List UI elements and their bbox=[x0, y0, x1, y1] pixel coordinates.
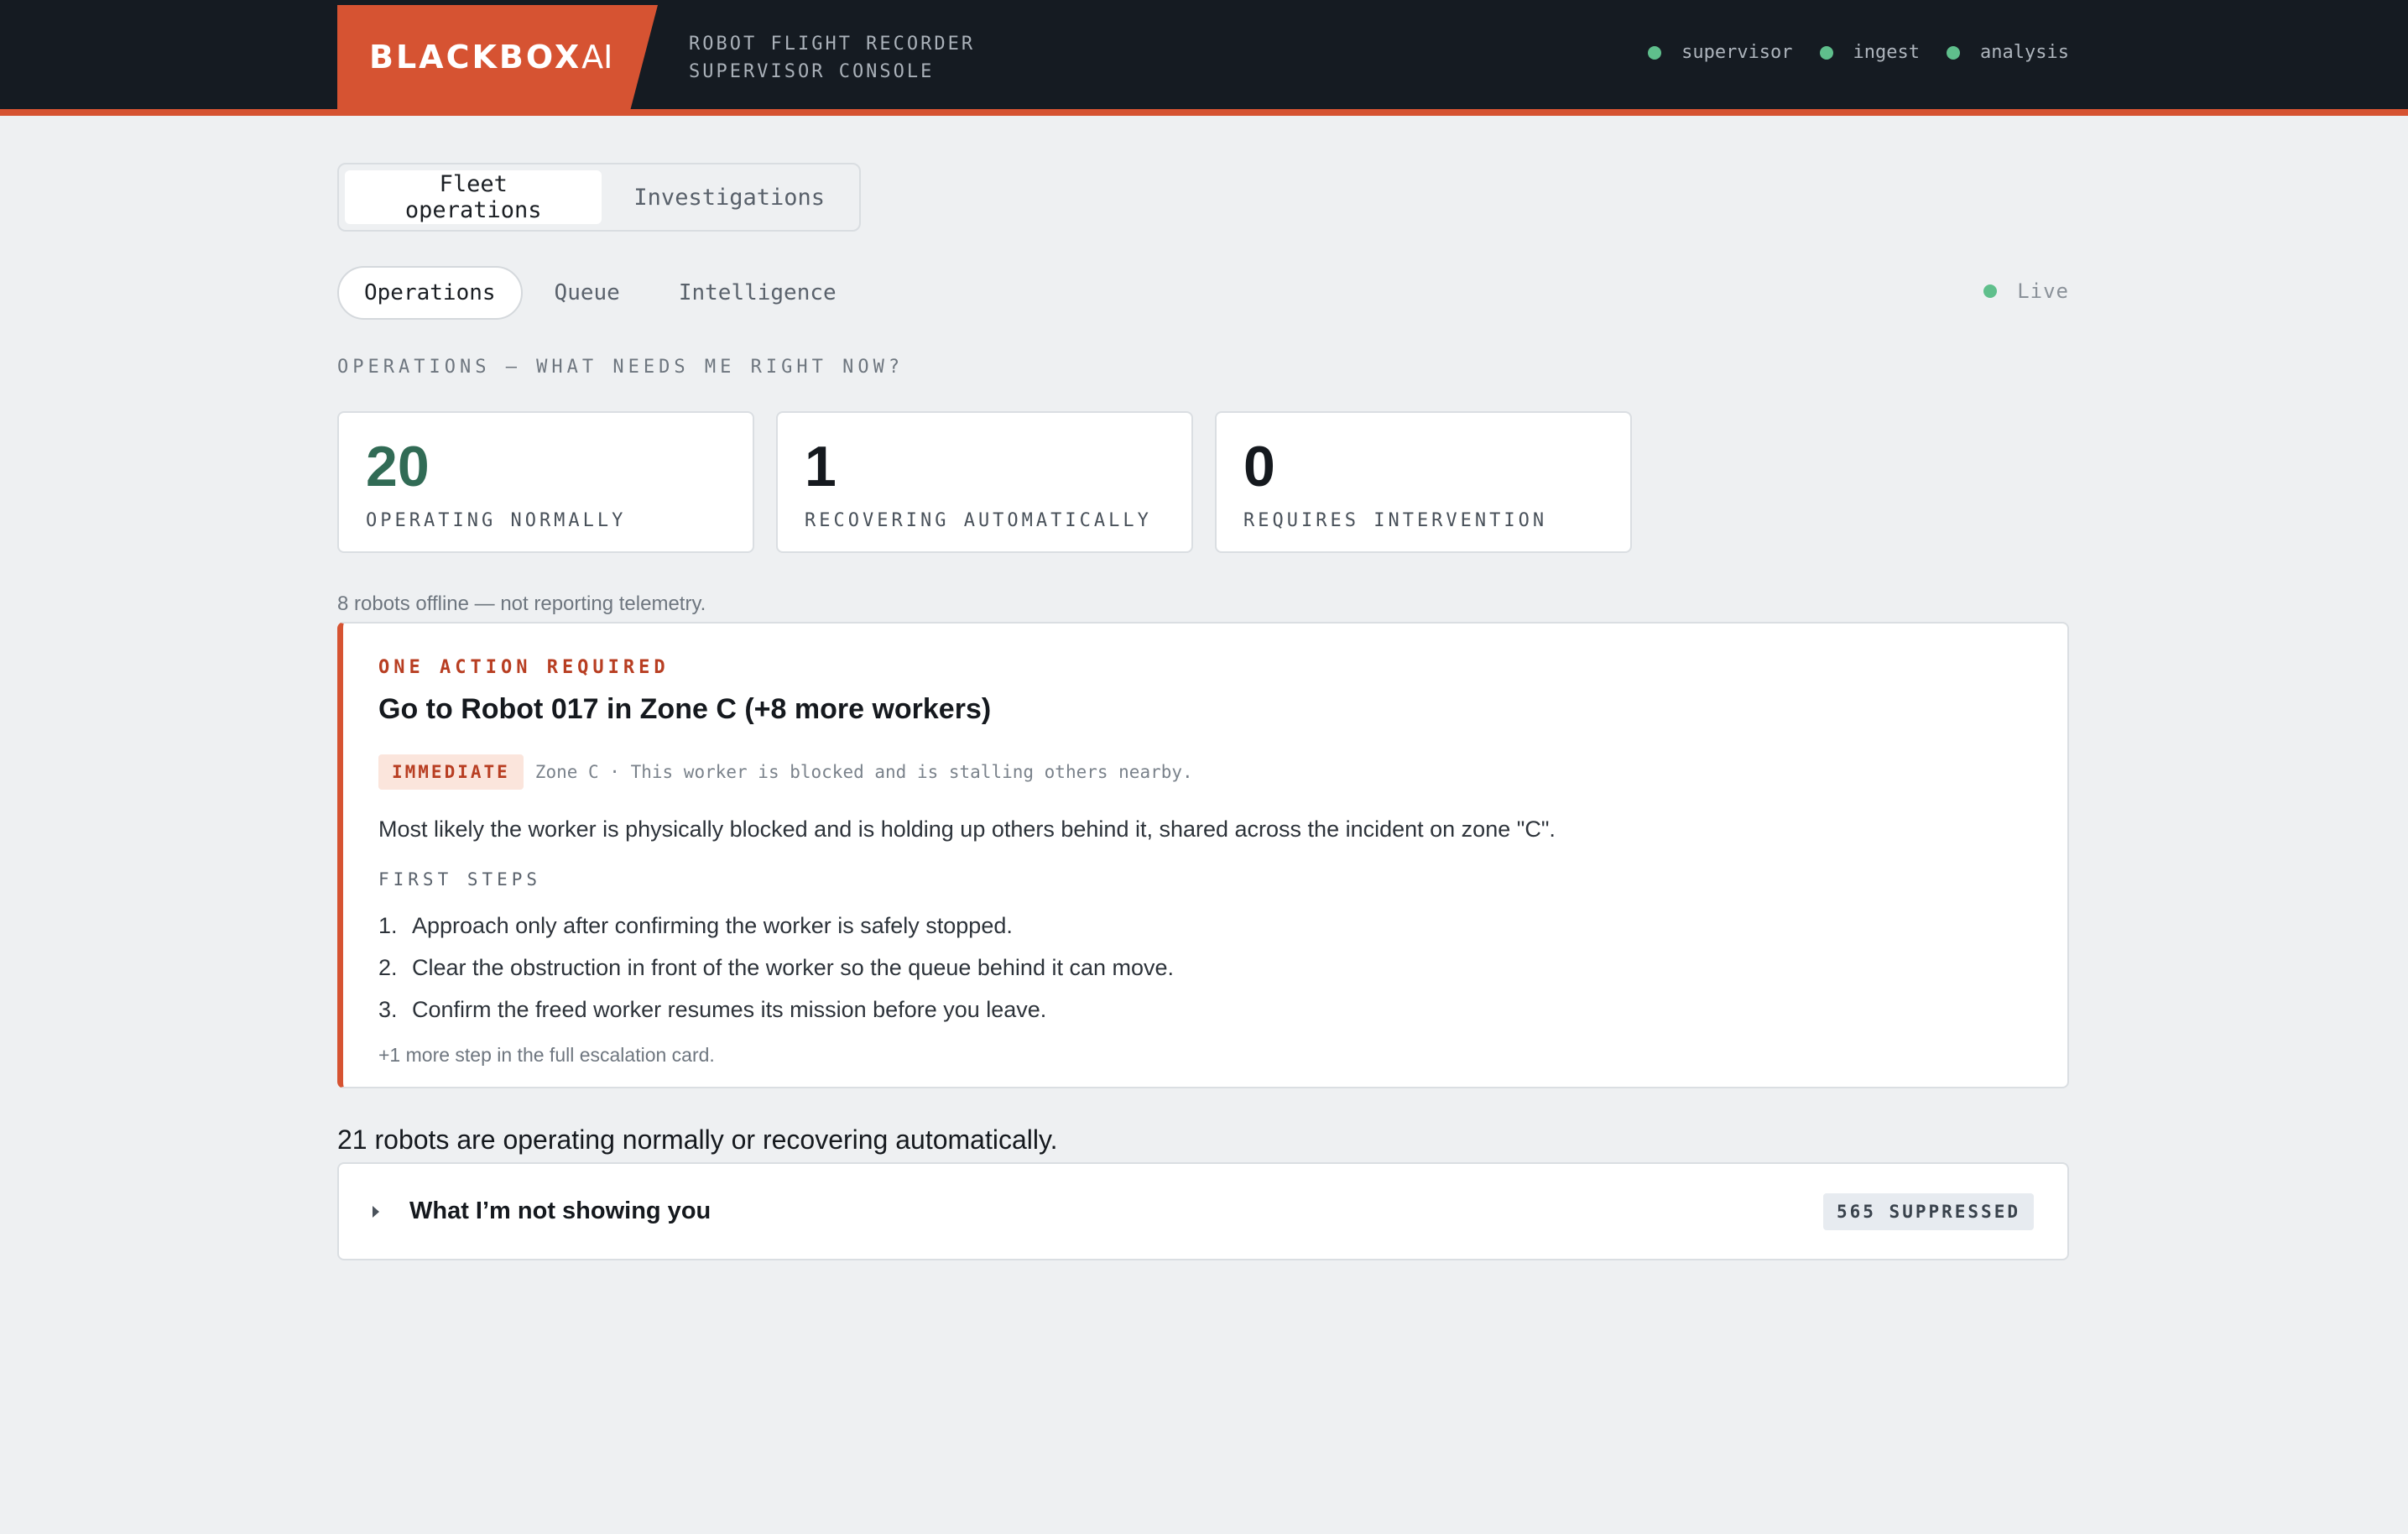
step-number: 2. bbox=[378, 955, 398, 980]
subnav-operations[interactable]: Operations bbox=[337, 266, 523, 320]
service-label: ingest bbox=[1853, 42, 1921, 63]
sub-navigation: Operations Queue Intelligence bbox=[337, 266, 863, 320]
section-heading: OPERATIONS — WHAT NEEDS ME RIGHT NOW? bbox=[337, 357, 904, 378]
top-bar: BLACKBOXAI ROBOT FLIGHT RECORDER SUPERVI… bbox=[0, 0, 2408, 109]
console-title: ROBOT FLIGHT RECORDER SUPERVISOR CONSOLE bbox=[689, 30, 975, 86]
action-required-card: ONE ACTION REQUIRED Go to Robot 017 in Z… bbox=[337, 622, 2069, 1088]
action-description: Most likely the worker is physically blo… bbox=[378, 817, 1556, 842]
service-label: supervisor bbox=[1681, 42, 1793, 63]
action-meta: IMMEDIATE Zone C · This worker is blocke… bbox=[378, 754, 2034, 790]
mode-tabs: Fleet operations Investigations bbox=[337, 163, 861, 232]
stat-value: 0 bbox=[1243, 435, 1275, 498]
stat-card-recovering: 1 RECOVERING AUTOMATICALLY bbox=[776, 411, 1193, 553]
step-text: Clear the obstruction in front of the wo… bbox=[412, 955, 1175, 980]
offline-note: 8 robots offline — not reporting telemet… bbox=[337, 592, 706, 615]
status-dot-icon bbox=[1947, 45, 1961, 60]
subnav-queue[interactable]: Queue bbox=[528, 266, 647, 320]
service-status-list: supervisor ingest analysis bbox=[1621, 42, 2069, 63]
subnav-intelligence[interactable]: Intelligence bbox=[652, 266, 863, 320]
step-number: 3. bbox=[378, 997, 398, 1022]
service-status-analysis: analysis bbox=[1947, 42, 2069, 63]
stat-card-requires-intervention: 0 REQUIRES INTERVENTION bbox=[1215, 411, 1632, 553]
list-item: 1. Approach only after confirming the wo… bbox=[378, 905, 2034, 947]
live-indicator: Live bbox=[1983, 279, 2069, 303]
first-steps-list: 1. Approach only after confirming the wo… bbox=[378, 905, 2034, 1030]
action-kicker: ONE ACTION REQUIRED bbox=[378, 657, 670, 678]
service-status-supervisor: supervisor bbox=[1648, 42, 1793, 63]
service-status-ingest: ingest bbox=[1819, 42, 1921, 63]
more-steps-note: +1 more step in the full escalation card… bbox=[378, 1044, 715, 1066]
stat-value: 1 bbox=[805, 435, 837, 498]
step-number: 1. bbox=[378, 913, 398, 938]
tab-investigations[interactable]: Investigations bbox=[605, 170, 853, 224]
stat-label: RECOVERING AUTOMATICALLY bbox=[805, 510, 1152, 531]
console-title-line1: ROBOT FLIGHT RECORDER bbox=[689, 34, 976, 55]
live-dot-icon bbox=[1983, 284, 1998, 298]
fleet-summary: 21 robots are operating normally or reco… bbox=[337, 1124, 1058, 1155]
status-dot-icon bbox=[1648, 45, 1662, 60]
step-text: Confirm the freed worker resumes its mis… bbox=[412, 997, 1047, 1022]
stat-label: REQUIRES INTERVENTION bbox=[1243, 510, 1548, 531]
list-item: 2. Clear the obstruction in front of the… bbox=[378, 947, 2034, 989]
suppressed-disclosure[interactable]: What I’m not showing you 565 SUPPRESSED bbox=[337, 1162, 2069, 1260]
suppressed-title: What I’m not showing you bbox=[409, 1197, 711, 1224]
action-meta-text: Zone C · This worker is blocked and is s… bbox=[534, 762, 1193, 782]
tab-fleet-operations[interactable]: Fleet operations bbox=[345, 170, 602, 224]
header-accent-stripe bbox=[0, 109, 2408, 116]
status-dot-icon bbox=[1819, 45, 1833, 60]
suppressed-count-badge: 565 SUPPRESSED bbox=[1822, 1192, 2034, 1230]
priority-badge: IMMEDIATE bbox=[378, 754, 524, 790]
live-label: Live bbox=[2017, 279, 2069, 303]
console-title-line2: SUPERVISOR CONSOLE bbox=[689, 61, 935, 82]
first-steps-label: FIRST STEPS bbox=[378, 869, 542, 890]
brand-suffix: AI bbox=[581, 39, 613, 76]
service-label: analysis bbox=[1980, 42, 2069, 63]
brand-name: BLACKBOX bbox=[369, 39, 582, 76]
action-title: Go to Robot 017 in Zone C (+8 more worke… bbox=[378, 693, 992, 725]
list-item: 3. Confirm the freed worker resumes its … bbox=[378, 989, 2034, 1030]
chevron-right-icon bbox=[373, 1205, 379, 1218]
stat-value: 20 bbox=[366, 435, 430, 498]
brand-logo: BLACKBOXAI bbox=[337, 5, 658, 109]
step-text: Approach only after confirming the worke… bbox=[412, 913, 1013, 938]
stat-card-operating-normally: 20 OPERATING NORMALLY bbox=[337, 411, 754, 553]
stat-label: OPERATING NORMALLY bbox=[366, 510, 627, 531]
stat-cards: 20 OPERATING NORMALLY 1 RECOVERING AUTOM… bbox=[337, 411, 1632, 553]
